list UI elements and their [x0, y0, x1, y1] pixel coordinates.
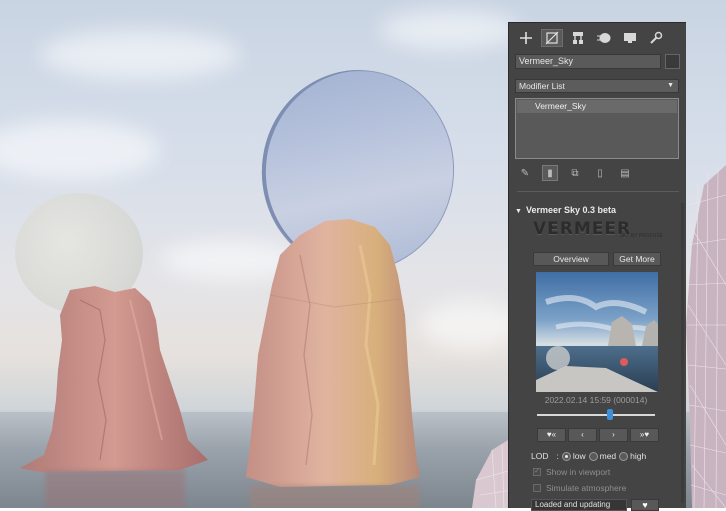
rollout-collapse-icon: ▼ [515, 208, 522, 215]
previous-button[interactable]: ‹ [568, 428, 597, 442]
vermeer-rollout-header[interactable]: ▼ Vermeer Sky 0.3 beta [515, 203, 679, 217]
command-panel-tabs [515, 29, 680, 47]
utilities-wrench-icon [650, 31, 663, 44]
sky-preview-thumbnail[interactable] [536, 272, 658, 392]
modifier-list-dropdown[interactable]: Modifier List ▼ [515, 79, 679, 93]
lod-low-radio[interactable] [561, 451, 571, 461]
lod-high-label: high [630, 451, 647, 461]
vermeer-logo: VERMEER SKY BY PROFUSE [533, 219, 663, 239]
sky-cloud [420, 300, 520, 350]
show-in-viewport-checkbox[interactable]: ✓ [533, 468, 541, 476]
hierarchy-icon [573, 32, 583, 44]
create-tab[interactable] [515, 29, 537, 47]
divider [517, 191, 679, 192]
pin-stack-icon[interactable]: ✎ [517, 165, 533, 181]
lod-selector: LOD : low med high [531, 451, 647, 461]
wireframe-rock-left [472, 440, 512, 508]
lod-med-radio[interactable] [588, 451, 598, 461]
stack-item[interactable]: Vermeer_Sky [517, 100, 677, 113]
show-in-viewport-row: ✓ Show in viewport [533, 466, 610, 478]
configure-sets-icon[interactable]: ▤ [617, 165, 633, 181]
create-plus-icon [520, 32, 532, 44]
favorite-heart-button[interactable]: ♥ [631, 499, 659, 511]
preview-timestamp: 2022.02.14 15:59 (000014) [544, 395, 648, 405]
time-slider-thumb[interactable] [607, 409, 614, 420]
object-color-swatch[interactable] [665, 54, 680, 69]
rock-reflection [45, 470, 185, 508]
panel-scrollbar[interactable] [681, 203, 684, 503]
modify-icon [545, 31, 559, 45]
wireframe-rock-right [685, 165, 726, 508]
lod-low-label: low [572, 451, 586, 461]
sky-cloud [0, 120, 160, 180]
modifier-stack[interactable]: Vermeer_Sky [515, 98, 679, 159]
first-favorite-button[interactable]: ♥« [537, 428, 566, 442]
simulate-atmosphere-label: Simulate atmosphere [546, 483, 627, 493]
load-status-button[interactable]: Loaded and updating [531, 499, 627, 511]
overview-button[interactable]: Overview [533, 252, 609, 266]
stack-toolbar: ✎ ▮ ⧉ ▯ ▤ [517, 164, 677, 182]
center-rock-pillar [246, 219, 420, 487]
motion-icon [597, 33, 611, 43]
simulate-atmosphere-row: Simulate atmosphere [533, 482, 626, 494]
hierarchy-tab[interactable] [567, 29, 589, 47]
last-favorite-button[interactable]: »♥ [630, 428, 659, 442]
sky-cloud [380, 10, 520, 50]
lod-label: LOD [531, 451, 549, 461]
rock-reflection [250, 485, 420, 508]
lod-med-label: med [599, 451, 617, 461]
get-more-button[interactable]: Get More [613, 252, 661, 266]
remove-modifier-icon[interactable]: ▯ [592, 165, 608, 181]
make-unique-icon[interactable]: ⧉ [567, 165, 583, 181]
show-in-viewport-label: Show in viewport [546, 467, 611, 477]
show-end-result-icon[interactable]: ▮ [542, 165, 558, 181]
preview-image [536, 272, 658, 392]
left-rock-pillar [20, 286, 208, 472]
command-panel: Vermeer_Sky Modifier List ▼ Vermeer_Sky … [508, 22, 686, 511]
display-icon [624, 33, 636, 43]
utilities-tab[interactable] [645, 29, 667, 47]
sky-cloud [40, 30, 240, 80]
modifier-list-label: Modifier List [519, 81, 565, 91]
preview-nav-buttons: ♥« ‹ › »♥ [537, 428, 659, 442]
display-tab[interactable] [619, 29, 641, 47]
rollout-title: Vermeer Sky 0.3 beta [525, 205, 616, 215]
time-slider[interactable] [537, 414, 655, 416]
chevron-down-icon: ▼ [667, 82, 674, 89]
object-name-field[interactable]: Vermeer_Sky [515, 54, 661, 69]
next-button[interactable]: › [599, 428, 628, 442]
simulate-atmosphere-checkbox[interactable] [533, 484, 541, 492]
lod-high-radio[interactable] [619, 451, 629, 461]
motion-tab[interactable] [593, 29, 615, 47]
modify-tab[interactable] [541, 29, 563, 47]
